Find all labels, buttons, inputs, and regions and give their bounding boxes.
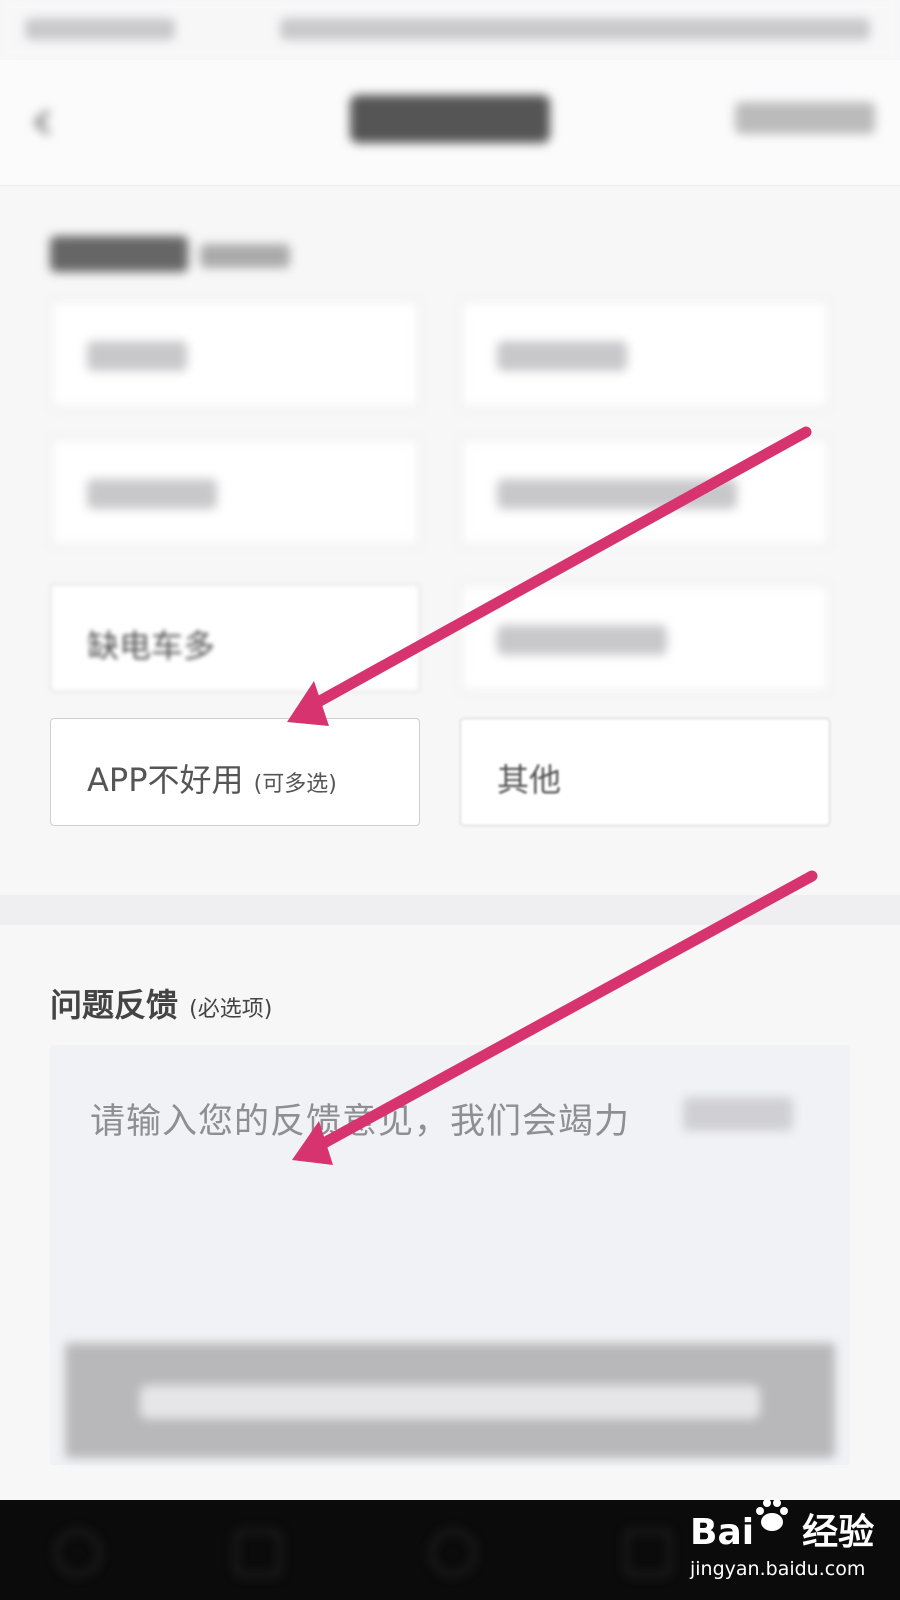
back-nav-icon[interactable] [235, 1530, 281, 1576]
watermark-logo-left: Bai [690, 1512, 755, 1553]
annotation-arrows [287, 426, 818, 1165]
recent-apps-icon[interactable] [625, 1530, 671, 1576]
arrow-to-app-option [287, 426, 812, 726]
baidu-watermark: Bai 经验 jingyan.baidu.com [690, 1499, 890, 1593]
arrow-to-feedback-input [292, 870, 818, 1165]
watermark-logo-right: 经验 [802, 1512, 875, 1553]
watermark-url: jingyan.baidu.com [690, 1558, 866, 1580]
menu-icon[interactable] [55, 1530, 101, 1576]
paw-icon [756, 1499, 788, 1531]
home-icon[interactable] [430, 1530, 476, 1576]
